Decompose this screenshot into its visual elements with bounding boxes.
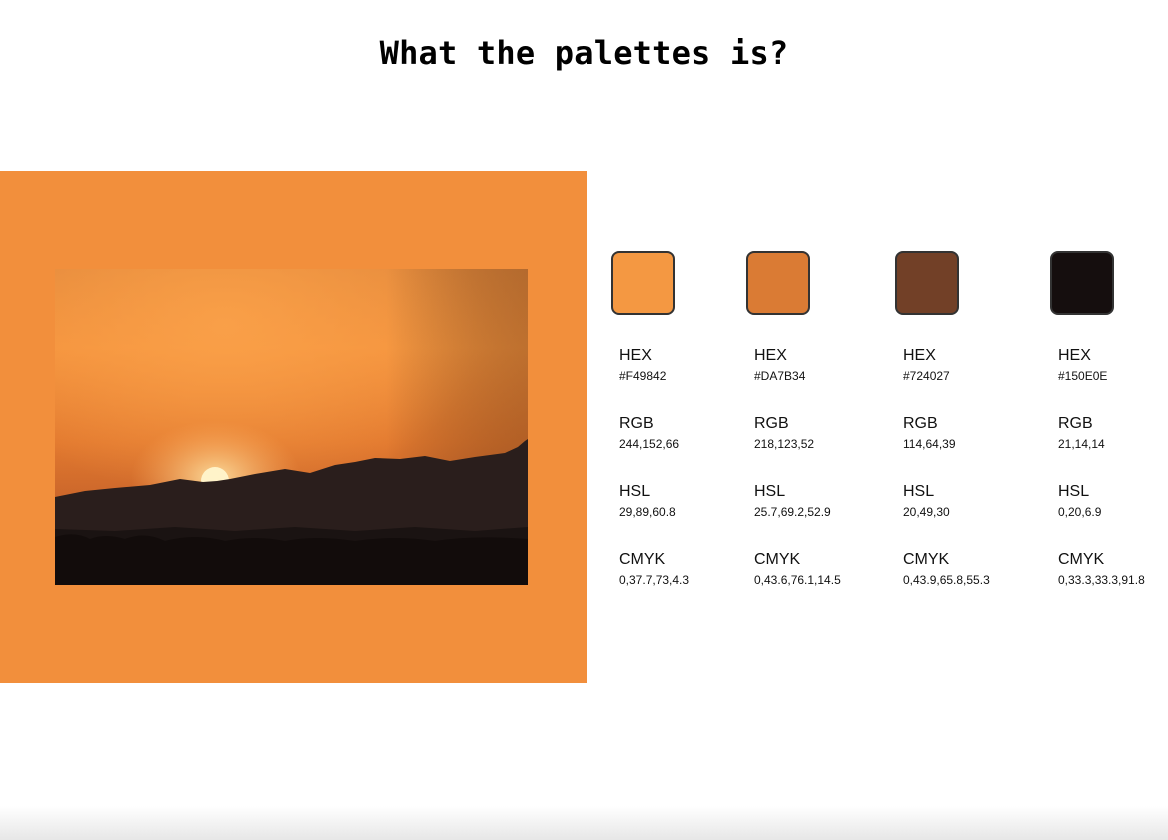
rgb-value[interactable]: 21,14,14 [1058,437,1168,451]
rgb-label: RGB [1058,415,1093,432]
color-info-2: HEX #DA7B34 RGB 218,123,52 HSL 25.7,69.2,52… [754,347,874,619]
hex-value[interactable]: #DA7B34 [754,369,874,383]
hsl-label: HSL [619,483,651,500]
color-swatch-2[interactable] [746,251,810,315]
cmyk-label: CMYK [754,551,801,568]
color-swatch-3[interactable] [895,251,959,315]
cmyk-value[interactable]: 0,43.6,76.1,14.5 [754,573,874,587]
hsl-label: HSL [754,483,786,500]
color-info-4: HEX #150E0E RGB 21,14,14 HSL 0,20,6.9 CMYK 0… [1058,347,1168,619]
hsl-label: HSL [1058,483,1090,500]
hex-value[interactable]: #724027 [903,369,1023,383]
palette-page: What the palettes is? HEX #F49842 RGB 24… [0,0,1168,840]
hsl-value[interactable]: 20,49,30 [903,505,1023,519]
page-title: What the palettes is? [379,34,789,72]
cmyk-label: CMYK [1058,551,1105,568]
hsl-value[interactable]: 25.7,69.2,52.9 [754,505,874,519]
hsl-label: HSL [903,483,935,500]
color-info-1: HEX #F49842 RGB 244,152,66 HSL 29,89,60.8 C… [619,347,739,619]
hex-label: HEX [619,347,652,364]
window-bottom-edge [0,806,1168,840]
hex-label: HEX [754,347,787,364]
sunset-photo[interactable] [55,269,528,585]
hsl-value[interactable]: 0,20,6.9 [1058,505,1168,519]
image-panel [0,171,587,683]
hex-value[interactable]: #F49842 [619,369,739,383]
color-swatch-1[interactable] [611,251,675,315]
rgb-label: RGB [754,415,789,432]
sunset-photo-icon [55,269,528,585]
color-info-3: HEX #724027 RGB 114,64,39 HSL 20,49,30 CMYK… [903,347,1023,619]
cmyk-label: CMYK [619,551,666,568]
cmyk-value[interactable]: 0,37.7,73,4.3 [619,573,739,587]
rgb-label: RGB [903,415,938,432]
rgb-label: RGB [619,415,654,432]
cmyk-label: CMYK [903,551,950,568]
rgb-value[interactable]: 244,152,66 [619,437,739,451]
hex-label: HEX [903,347,936,364]
hex-value[interactable]: #150E0E [1058,369,1168,383]
cmyk-value[interactable]: 0,43.9,65.8,55.3 [903,573,1023,587]
hsl-value[interactable]: 29,89,60.8 [619,505,739,519]
rgb-value[interactable]: 114,64,39 [903,437,1023,451]
cmyk-value[interactable]: 0,33.3,33.3,91.8 [1058,573,1168,587]
hex-label: HEX [1058,347,1091,364]
rgb-value[interactable]: 218,123,52 [754,437,874,451]
color-swatch-4[interactable] [1050,251,1114,315]
